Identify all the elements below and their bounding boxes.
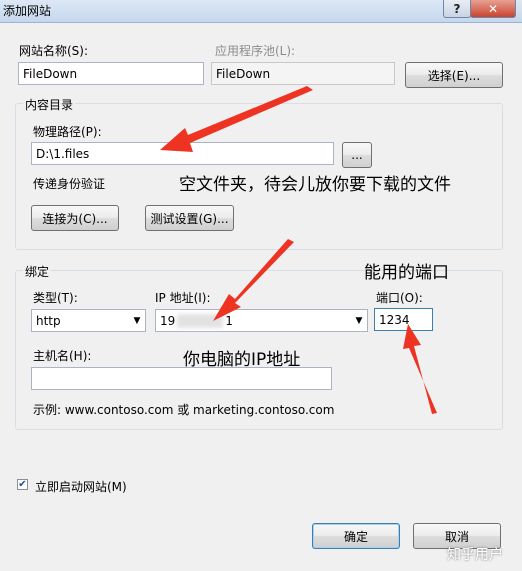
arrow-to-ip-icon	[213, 239, 294, 321]
arrow-to-path-icon	[160, 86, 313, 152]
watermark: 知乎用户	[447, 547, 503, 563]
arrow-to-port-icon	[403, 324, 437, 414]
annotation-arrows	[160, 86, 437, 414]
